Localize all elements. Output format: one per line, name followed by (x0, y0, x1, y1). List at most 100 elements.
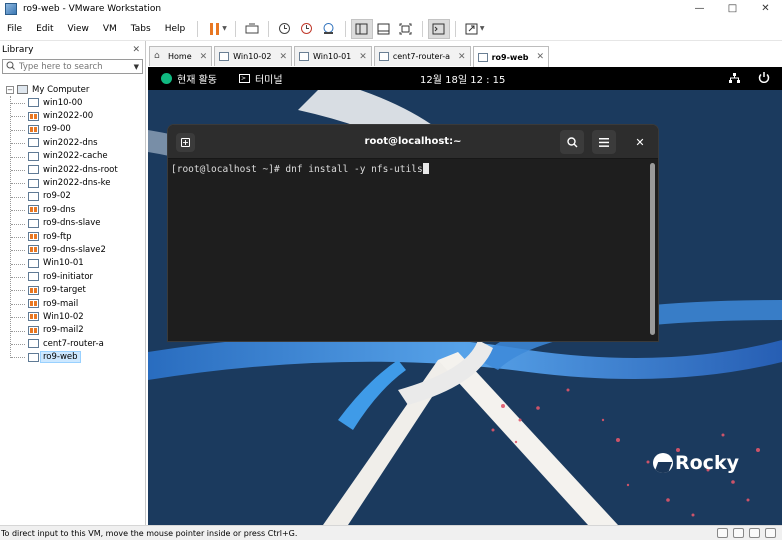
snapshot-manager-icon (323, 23, 334, 34)
tab-ro9-web[interactable]: ro9-web ✕ (472, 46, 550, 67)
library-search[interactable]: ▼ (2, 59, 143, 74)
window-controls: — □ ✕ (683, 0, 782, 17)
tab-close-icon[interactable]: ✕ (536, 52, 544, 62)
console-view-button[interactable] (427, 18, 450, 39)
menu-tabs[interactable]: Tabs (124, 17, 158, 41)
maximize-button[interactable]: □ (716, 0, 749, 17)
display-icon[interactable] (765, 528, 776, 538)
vm-list-item-label: win10-00 (43, 97, 83, 108)
vm-icon (28, 272, 39, 282)
terminal-menu-button[interactable] (592, 130, 616, 154)
terminal-scrollbar[interactable] (650, 163, 655, 335)
activities-button[interactable]: 현재 활동 (161, 71, 217, 86)
app-menu[interactable]: > 터미널 (238, 71, 283, 86)
tab-close-icon[interactable]: ✕ (359, 52, 367, 62)
search-dropdown-icon[interactable]: ▼ (134, 63, 139, 71)
vm-display[interactable]: 현재 활동 > 터미널 12월 18일 12 : 15 + root@local… (148, 67, 782, 525)
vm-list-item-label: ro9-mail (43, 298, 79, 309)
toolbar-separator (421, 20, 423, 37)
library-close-icon[interactable]: ✕ (132, 45, 140, 55)
tab-label: Win10-02 (233, 52, 272, 61)
vm-list-item[interactable]: win2022-dns (0, 136, 145, 149)
collapse-icon[interactable]: − (6, 85, 14, 94)
vm-running-icon (28, 299, 39, 309)
tab-win10-01[interactable]: Win10-01 ✕ (294, 46, 372, 66)
tree-root-my-computer[interactable]: − My Computer (0, 83, 145, 96)
vm-list-item-label: ro9-dns-slave (43, 218, 101, 229)
tab-close-icon[interactable]: ✕ (279, 52, 287, 62)
vm-list-item-label: ro9-initiator (43, 271, 94, 282)
vm-list-item[interactable]: cent7-router-a (0, 337, 145, 350)
tab-close-icon[interactable]: ✕ (458, 52, 466, 62)
close-button[interactable]: ✕ (749, 0, 782, 17)
vm-list-item[interactable]: win10-00 (0, 96, 145, 109)
vm-list-item[interactable]: win2022-dns-root (0, 163, 145, 176)
terminal-close-button[interactable]: ✕ (632, 134, 648, 150)
stretch-dropdown-icon[interactable]: ▼ (480, 25, 485, 32)
tab-close-icon[interactable]: ✕ (200, 52, 208, 62)
console-icon (432, 23, 445, 34)
vm-list-item[interactable]: Win10-01 (0, 257, 145, 270)
rocky-logo-icon (161, 73, 172, 84)
snapshot-button[interactable] (274, 19, 296, 39)
menu-edit[interactable]: Edit (29, 17, 60, 41)
minimize-button[interactable]: — (683, 0, 716, 17)
tab-label: cent7-router-a (392, 52, 451, 61)
snapshot-manager-button[interactable] (318, 19, 340, 39)
full-screen-button[interactable] (395, 19, 417, 39)
terminal-command: dnf install -y nfs-utils (285, 164, 423, 175)
thumbnail-bar-button[interactable] (373, 19, 395, 39)
vm-list-item[interactable]: Win10-02 (0, 310, 145, 323)
vm-list-item[interactable]: ro9-02 (0, 190, 145, 203)
menu-help[interactable]: Help (158, 17, 193, 41)
vm-list-item-label: ro9-dns (43, 204, 76, 215)
home-icon: ⌂ (154, 51, 160, 61)
hard-disk-icon[interactable] (717, 528, 728, 538)
tab-home[interactable]: ⌂ Home ✕ (149, 46, 213, 66)
vm-list-item[interactable]: ro9-mail (0, 297, 145, 310)
vm-list-item[interactable]: ro9-dns-slave2 (0, 243, 145, 256)
vm-list-item[interactable]: ro9-initiator (0, 270, 145, 283)
library-search-input[interactable] (19, 61, 129, 72)
cd-dvd-icon[interactable] (733, 528, 744, 538)
network-icon[interactable] (729, 73, 740, 87)
vm-list-item[interactable]: ro9-mail2 (0, 324, 145, 337)
vm-tree: − My Computer win10-00 win2022-00 ro9-00 wi… (0, 83, 145, 364)
terminal-app-icon: > (238, 74, 250, 83)
vm-list-item[interactable]: ro9-dns-slave (0, 217, 145, 230)
vm-running-icon (28, 285, 39, 295)
vm-list-item-label: ro9-mail2 (43, 325, 84, 336)
vm-list-item[interactable]: win2022-dns-ke (0, 176, 145, 189)
power-dropdown-icon[interactable]: ▼ (222, 25, 227, 32)
menu-vm[interactable]: VM (96, 17, 124, 41)
power-icon[interactable] (758, 71, 770, 86)
vm-list-item[interactable]: win2022-cache (0, 150, 145, 163)
vm-list-item-label: cent7-router-a (43, 338, 104, 349)
vm-icon (28, 339, 39, 349)
vm-list-item[interactable]: ro9-ftp (0, 230, 145, 243)
network-adapter-icon[interactable] (749, 528, 760, 538)
vmware-app-icon (5, 2, 17, 15)
text-cursor (422, 163, 429, 174)
library-view-icon (355, 23, 368, 34)
send-ctrl-alt-del-button[interactable] (241, 19, 263, 39)
terminal-window[interactable]: + root@localhost:~ ✕ [root@localhost ~]#… (168, 125, 658, 341)
status-bar: To direct input to this VM, move the mou… (0, 525, 782, 540)
revert-snapshot-button[interactable] (296, 19, 318, 39)
vm-list-item[interactable]: ro9-dns (0, 203, 145, 216)
vm-list-item-label: win2022-dns-ke (43, 178, 111, 189)
tab-cent7-router-a[interactable]: cent7-router-a ✕ (373, 46, 471, 66)
menu-view[interactable]: View (61, 17, 96, 41)
vm-list-item[interactable]: win2022-00 (0, 109, 145, 122)
vm-list-item[interactable]: ro9-target (0, 283, 145, 296)
terminal-search-button[interactable] (560, 130, 584, 154)
vm-list-item[interactable]: ro9-web (0, 350, 145, 364)
menu-file[interactable]: File (0, 17, 29, 41)
clock[interactable]: 12월 18일 12 : 15 (420, 71, 505, 86)
stretch-icon (465, 23, 478, 34)
show-library-button[interactable] (350, 18, 373, 39)
terminal-content[interactable]: [root@localhost ~]# dnf install -y nfs-u… (168, 159, 658, 179)
vm-icon (28, 151, 39, 161)
vm-list-item[interactable]: ro9-00 (0, 123, 145, 136)
tab-win10-02[interactable]: Win10-02 ✕ (214, 46, 292, 66)
